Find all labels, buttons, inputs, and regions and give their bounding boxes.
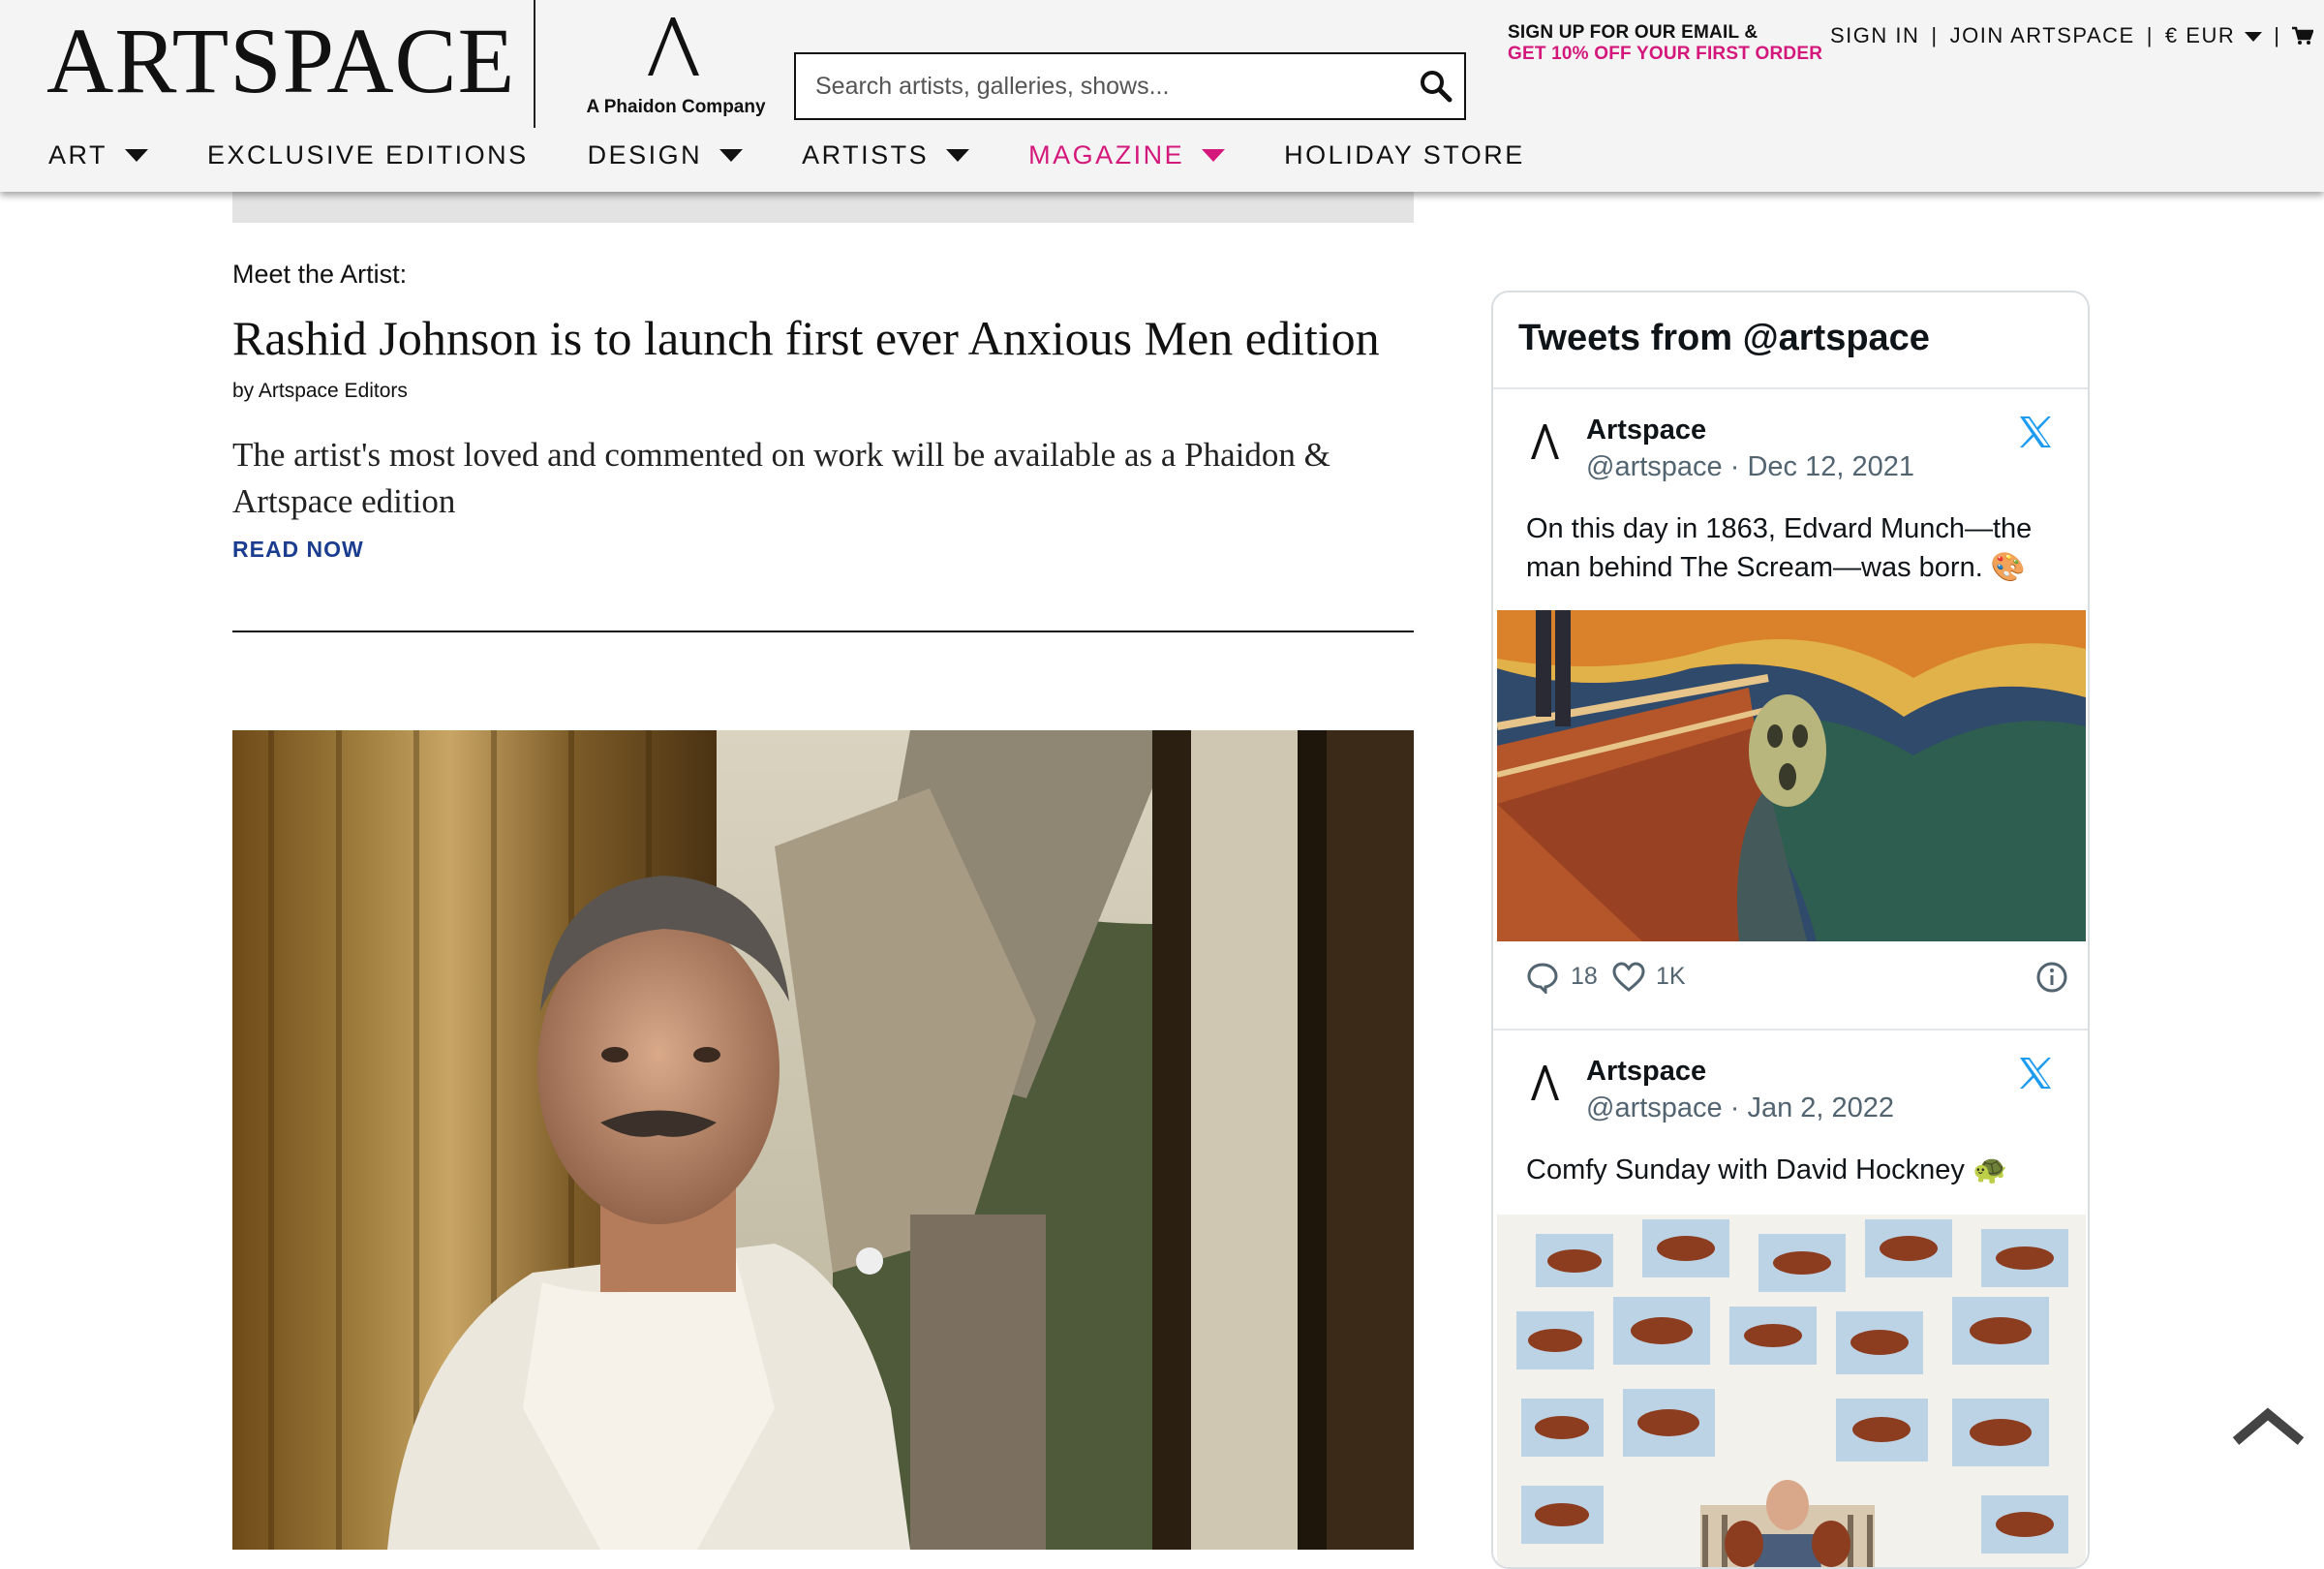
currency-label: € EUR: [2164, 23, 2236, 47]
x-logo-icon[interactable]: [2016, 1054, 2055, 1092]
site-header: ARTSPACE A Phaidon Company SIGN UP FOR O…: [0, 0, 2324, 192]
nav-holiday-store[interactable]: HOLIDAY STORE: [1284, 140, 1525, 170]
article-title[interactable]: Rashid Johnson is to launch first ever A…: [232, 308, 1433, 368]
nav-label: DESIGN: [587, 139, 703, 169]
back-to-top-chevron-icon[interactable]: [2232, 1404, 2305, 1453]
join-artspace-link[interactable]: JOIN ARTSPACE: [1950, 23, 2135, 48]
tweet-handle-date[interactable]: @artspace · Jan 2, 2022: [1586, 1092, 1894, 1124]
account-links: SIGN IN | JOIN ARTSPACE | € EUR |: [1830, 23, 2314, 48]
chevron-down-icon: [2245, 32, 2263, 43]
link-separator: |: [2274, 23, 2281, 47]
artspace-avatar-icon[interactable]: [1516, 413, 1575, 471]
tweet-card[interactable]: Artspace @artspace · Jan 2, 2022 Comfy S…: [1493, 1031, 2088, 1569]
phaidon-lambda-logo[interactable]: [639, 14, 707, 79]
artspace-logo[interactable]: ARTSPACE: [46, 8, 515, 114]
nav-label: MAGAZINE: [1028, 139, 1185, 169]
nav-label: HOLIDAY STORE: [1284, 139, 1525, 169]
tweets-title[interactable]: Tweets from @artspace: [1518, 318, 1930, 359]
sign-in-link[interactable]: SIGN IN: [1830, 23, 1919, 48]
link-separator: |: [2146, 23, 2154, 47]
artist-portrait-photo[interactable]: [232, 730, 1414, 1550]
tweet-handle-date[interactable]: @artspace · Dec 12, 2021: [1586, 451, 1914, 483]
read-now-link[interactable]: READ NOW: [232, 537, 364, 563]
nav-label: ART: [48, 139, 108, 169]
info-icon[interactable]: [2035, 961, 2068, 994]
search-box: [794, 52, 1466, 120]
tweet-text: Comfy Sunday with David Hockney 🐢: [1526, 1154, 2008, 1185]
caret-down-icon: [1202, 148, 1226, 162]
like-count: 1K: [1656, 963, 1686, 990]
tweet-author-name[interactable]: Artspace: [1586, 1056, 1706, 1088]
twitter-timeline-widget: Tweets from @artspace Artspace @artspace…: [1491, 291, 2090, 1569]
article-byline: by Artspace Editors: [232, 380, 408, 402]
article-standfirst: The artist's most loved and commented on…: [232, 436, 1330, 520]
tweet-actions: 18 1K: [1526, 959, 2068, 998]
article-kicker: Meet the Artist:: [232, 260, 408, 289]
tweet-image-hockney-dogs[interactable]: [1497, 1215, 2086, 1569]
like-heart-icon[interactable]: [1611, 961, 1646, 994]
tweet-text: On this day in 1863, Edvard Munch—the ma…: [1526, 513, 2033, 583]
caret-down-icon: [125, 148, 149, 162]
article-divider: [232, 631, 1414, 632]
previous-image-edge: [232, 192, 1414, 223]
tweet-author-name[interactable]: Artspace: [1586, 415, 1706, 446]
x-logo-icon[interactable]: [2016, 413, 2055, 451]
nav-magazine[interactable]: MAGAZINE: [1028, 139, 1226, 170]
reply-count: 18: [1571, 963, 1598, 990]
email-promo-line2[interactable]: GET 10% OFF YOUR FIRST ORDER: [1508, 44, 1822, 65]
artspace-avatar-icon[interactable]: [1516, 1054, 1575, 1112]
nav-design[interactable]: DESIGN: [588, 140, 744, 170]
nav-artists[interactable]: ARTISTS: [802, 139, 970, 170]
reply-icon[interactable]: [1526, 961, 1559, 994]
phaidon-tagline: A Phaidon Company: [586, 97, 766, 117]
caret-down-icon: [946, 148, 970, 162]
nav-label: EXCLUSIVE EDITIONS: [207, 139, 529, 169]
logo-divider: [534, 0, 535, 128]
tweet-image-the-scream[interactable]: [1497, 610, 2086, 941]
search-input[interactable]: [796, 54, 1396, 118]
caret-down-icon: [719, 148, 744, 162]
search-icon[interactable]: [1418, 68, 1454, 105]
link-separator: |: [1931, 23, 1939, 47]
cart-icon[interactable]: [2292, 26, 2314, 46]
email-promo-line1[interactable]: SIGN UP FOR OUR EMAIL &: [1508, 22, 1758, 44]
tweet-card[interactable]: Artspace @artspace · Dec 12, 2021 On thi…: [1493, 389, 2088, 994]
nav-exclusive-editions[interactable]: EXCLUSIVE EDITIONS: [207, 140, 529, 170]
nav-art[interactable]: ART: [48, 139, 149, 170]
currency-selector[interactable]: € EUR: [2164, 23, 2263, 48]
main-nav: ART EXCLUSIVE EDITIONS DESIGN ARTISTS MA…: [48, 138, 1584, 172]
nav-label: ARTISTS: [802, 139, 930, 169]
